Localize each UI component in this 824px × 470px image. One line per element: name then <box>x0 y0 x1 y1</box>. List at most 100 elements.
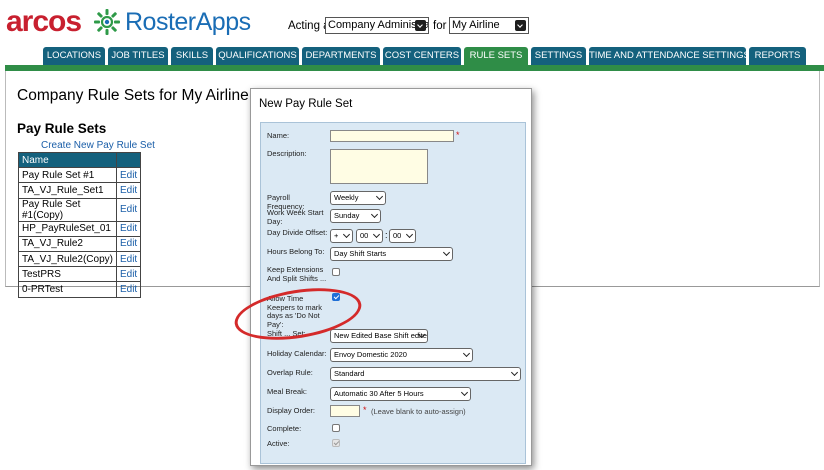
work-week-start-select[interactable]: Sunday <box>330 209 381 223</box>
chevron-down-icon <box>372 230 381 239</box>
rule-set-name: Pay Rule Set #1(Copy) <box>18 197 117 222</box>
tab-settings[interactable]: SETTINGS <box>531 47 586 65</box>
chevron-down-icon <box>510 368 519 377</box>
arcos-logo: arcos <box>6 5 82 38</box>
page-title: Company Rule Sets for My Airline <box>17 87 249 104</box>
tab-rule-sets[interactable]: RULE SETS <box>464 47 528 65</box>
day-divide-sign-select[interactable]: + <box>330 229 353 243</box>
main-nav: LOCATIONS JOB TITLES SKILLS QUALIFICATIO… <box>0 47 824 65</box>
day-divide-minutes-select[interactable]: 00 <box>389 229 416 243</box>
payroll-frequency-value: Weekly <box>334 193 359 202</box>
chevron-down-icon <box>460 388 469 397</box>
day-divide-sign-value: + <box>334 231 339 240</box>
edit-link[interactable]: Edit <box>115 266 142 283</box>
new-pay-rule-set-dialog: New Pay Rule Set Name: * Description: Pa… <box>250 88 532 466</box>
tab-time-and-attendance-settings[interactable]: TIME AND ATTENDANCE SETTINGS <box>589 47 750 65</box>
table-row: Pay Rule Set #1 Edit <box>18 167 142 184</box>
edit-link[interactable]: Edit <box>115 220 142 237</box>
name-label: Name: <box>267 131 290 140</box>
description-label: Description: <box>267 149 307 158</box>
complete-checkbox[interactable] <box>332 424 340 432</box>
section-title: Pay Rule Sets <box>17 121 107 136</box>
active-label: Active: <box>267 439 290 448</box>
table-row: TestPRS Edit <box>18 266 142 283</box>
role-select[interactable]: Company Administrator <box>325 17 429 34</box>
holiday-calendar-value: Envoy Domestic 2020 <box>334 350 407 359</box>
chevron-down-icon <box>515 20 526 31</box>
meal-break-select[interactable]: Automatic 30 After 5 Hours <box>330 387 471 401</box>
table-header-row: Name <box>18 151 142 169</box>
table-row: HP_PayRuleSet_01 Edit <box>18 220 142 237</box>
table-row: Pay Rule Set #1(Copy) Edit <box>18 197 142 222</box>
tab-departments[interactable]: DEPARTMENTS <box>302 47 380 65</box>
chevron-down-icon <box>442 248 451 257</box>
table-row: 0-PRTest Edit <box>18 281 142 298</box>
table-row: TA_VJ_Rule_Set1 Edit <box>18 182 142 199</box>
app-header: arcos RosterApps Acting as Company Admin… <box>0 0 824 48</box>
chevron-down-icon <box>342 230 351 239</box>
edit-link[interactable]: Edit <box>115 182 142 199</box>
rule-set-name: 0-PRTest <box>18 281 117 298</box>
active-checkbox[interactable] <box>332 439 340 447</box>
for-label: for <box>433 20 447 32</box>
rule-set-name: TA_VJ_Rule2 <box>18 235 117 252</box>
display-order-hint: (Leave blank to auto-assign) <box>371 407 466 416</box>
display-order-input[interactable] <box>330 405 360 417</box>
create-pay-rule-set-link[interactable]: Create New Pay Rule Set <box>41 140 155 151</box>
required-mark: * <box>363 405 367 415</box>
payroll-frequency-select[interactable]: Weekly <box>330 191 386 205</box>
holiday-calendar-label: Holiday Calendar: <box>267 349 327 358</box>
rule-set-name: TA_VJ_Rule_Set1 <box>18 182 117 199</box>
keep-extensions-label: Keep Extensions And Split Shifts ... Ori… <box>267 266 327 283</box>
tab-cost-centers[interactable]: COST CENTERS <box>383 47 461 65</box>
airline-select[interactable]: My Airline <box>449 17 529 34</box>
hours-belong-to-label: Hours Belong To: <box>267 247 325 256</box>
description-textarea[interactable] <box>330 149 428 184</box>
edit-link[interactable]: Edit <box>115 167 142 184</box>
display-order-label: Display Order: <box>267 406 315 415</box>
hours-belong-to-value: Day Shift Starts <box>334 249 387 258</box>
holiday-calendar-select[interactable]: Envoy Domestic 2020 <box>330 348 473 362</box>
edit-link[interactable]: Edit <box>115 235 142 252</box>
rosterapps-gear-icon <box>94 9 120 35</box>
chevron-down-icon <box>370 210 379 219</box>
work-week-start-value: Sunday <box>334 211 360 220</box>
rule-set-name: Pay Rule Set #1 <box>18 167 117 184</box>
dialog-title: New Pay Rule Set <box>259 98 353 110</box>
complete-label: Complete: <box>267 424 302 433</box>
name-column-header: Name <box>18 151 117 169</box>
chevron-down-icon <box>405 230 414 239</box>
chevron-down-icon <box>415 20 426 31</box>
rule-set-name: HP_PayRuleSet_01 <box>18 220 117 237</box>
edit-link[interactable]: Edit <box>115 281 142 298</box>
tab-skills[interactable]: SKILLS <box>171 47 213 65</box>
meal-break-label: Meal Break: <box>267 387 308 396</box>
keep-extensions-checkbox[interactable] <box>332 268 340 276</box>
chevron-down-icon <box>375 192 384 201</box>
edit-link[interactable]: Edit <box>115 197 142 222</box>
tab-qualifications[interactable]: QUALIFICATIONS <box>216 47 299 65</box>
pay-rule-sets-table: Name Pay Rule Set #1 Edit TA_VJ_Rule_Set1… <box>18 151 142 298</box>
day-divide-minutes-value: 00 <box>393 231 402 240</box>
time-separator: : <box>385 230 388 240</box>
overlap-rule-value: Standard <box>334 369 365 378</box>
shift-set-value: New Edited Base Shift edited <box>334 331 428 340</box>
rule-set-name: TA_VJ_Rule2(Copy) <box>18 250 117 268</box>
meal-break-value: Automatic 30 After 5 Hours <box>334 389 424 398</box>
name-input[interactable] <box>330 130 454 142</box>
role-select-value: Company Administrator <box>328 19 429 31</box>
overlap-rule-select[interactable]: Standard <box>330 367 521 381</box>
tab-locations[interactable]: LOCATIONS <box>43 47 105 65</box>
table-row: TA_VJ_Rule2 Edit <box>18 235 142 252</box>
tab-reports[interactable]: REPORTS <box>749 47 806 65</box>
edit-link[interactable]: Edit <box>115 250 142 268</box>
rule-set-name: TestPRS <box>18 266 117 283</box>
tab-job-titles[interactable]: JOB TITLES <box>108 47 168 65</box>
chevron-down-icon <box>462 349 471 358</box>
shift-set-select[interactable]: New Edited Base Shift edited <box>330 329 428 343</box>
day-divide-hours-select[interactable]: 00 <box>356 229 383 243</box>
hours-belong-to-select[interactable]: Day Shift Starts <box>330 247 453 261</box>
work-week-start-label: Work Week Start Day: <box>267 208 324 226</box>
day-divide-hours-value: 00 <box>360 231 369 240</box>
required-mark: * <box>456 130 460 140</box>
